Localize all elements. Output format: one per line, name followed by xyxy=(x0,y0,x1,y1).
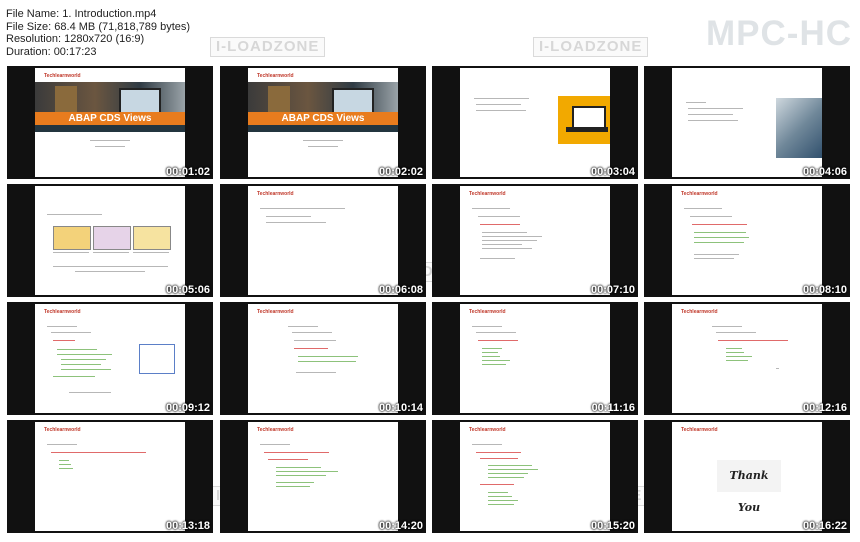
timestamp: 00:14:20 xyxy=(378,520,423,532)
brand-logo: Techlearnworld xyxy=(469,309,506,315)
slide: Techlearnworld xyxy=(460,186,610,295)
slide-title: ABAP CDS Views xyxy=(35,112,185,125)
duration: Duration: 00:17:23 xyxy=(6,45,97,58)
slide: Techlearnworld xyxy=(672,304,822,413)
watermark: I-LOADZONE xyxy=(533,37,649,57)
slide: Techlearnworld xyxy=(248,186,398,295)
thumbnail[interactable]: Techlearnworld 00:13:18 xyxy=(7,420,213,533)
resolution: Resolution: 1280x720 (16:9) xyxy=(6,33,145,45)
file-name: File Name: 1. Introduction.mp4 xyxy=(6,8,157,20)
slide: Techlearnworld xyxy=(460,304,610,413)
timestamp: 00:15:20 xyxy=(590,520,635,532)
thumbnail[interactable]: Techlearnworld ABAP CDS Views 00:02:02 xyxy=(220,66,426,179)
brand-logo: Techlearnworld xyxy=(681,191,718,197)
brand-logo: Techlearnworld xyxy=(257,73,294,79)
thumbnail[interactable]: Techlearnworld 00:11:16 xyxy=(432,302,638,415)
subtitle-bar xyxy=(248,125,398,132)
thumbnail[interactable]: Techlearnworld 00:15:20 xyxy=(432,420,638,533)
chart-image xyxy=(53,226,91,250)
slide: Techlearnworld xyxy=(460,422,610,531)
timestamp: 00:08:10 xyxy=(802,284,847,296)
timestamp: 00:03:04 xyxy=(590,166,635,178)
timestamp: 00:09:12 xyxy=(165,402,210,414)
brand-logo: Techlearnworld xyxy=(44,73,81,79)
file-info: File Name: 1. Introduction.mp4 File Size… xyxy=(6,8,190,58)
thumbnail[interactable]: 00:05:06 xyxy=(7,184,213,297)
thumbnail[interactable]: Techlearnworld 00:09:12 xyxy=(7,302,213,415)
thank-you-text: Thank You xyxy=(717,460,781,514)
brand-logo: Techlearnworld xyxy=(44,427,81,433)
slide xyxy=(35,186,185,295)
thumbnail[interactable]: Techlearnworld 00:06:08 xyxy=(220,184,426,297)
thumbnail[interactable]: Techlearnworld 00:08:10 xyxy=(644,184,850,297)
engine-image xyxy=(776,98,822,158)
thumbnail[interactable]: Techlearnworld 00:07:10 xyxy=(432,184,638,297)
timestamp: 00:12:16 xyxy=(802,402,847,414)
timestamp: 00:07:10 xyxy=(590,284,635,296)
slide: Techlearnworld xyxy=(35,304,185,413)
timestamp: 00:06:08 xyxy=(378,284,423,296)
chart-image xyxy=(93,226,131,250)
thumbnail[interactable]: Techlearnworld 00:14:20 xyxy=(220,420,426,533)
brand-logo: Techlearnworld xyxy=(469,191,506,197)
timestamp: 00:16:22 xyxy=(802,520,847,532)
brand-logo: Techlearnworld xyxy=(257,309,294,315)
timestamp: 00:05:06 xyxy=(165,284,210,296)
thumbnail[interactable]: Techlearnworld 00:12:16 xyxy=(644,302,850,415)
timestamp: 00:11:16 xyxy=(591,402,635,414)
timestamp: 00:13:18 xyxy=(165,520,210,532)
chart-image xyxy=(133,226,171,250)
timestamp: 00:01:02 xyxy=(165,166,210,178)
subtitle-bar xyxy=(35,125,185,132)
brand-logo: Techlearnworld xyxy=(257,427,294,433)
slide-title: ABAP CDS Views xyxy=(248,112,398,125)
thumbnail[interactable]: 00:04:06 xyxy=(644,66,850,179)
thumbnail[interactable]: Techlearnworld ABAP CDS Views 00:01:02 xyxy=(7,66,213,179)
brand-logo: Techlearnworld xyxy=(469,427,506,433)
mpc-hc-logo: MPC-HC xyxy=(706,14,852,53)
brand-logo: Techlearnworld xyxy=(681,309,718,315)
laptop-icon xyxy=(558,96,610,144)
popup-image xyxy=(139,344,175,374)
slide: Techlearnworld ABAP CDS Views xyxy=(248,68,398,177)
thumbnail[interactable]: Techlearnworld 00:10:14 xyxy=(220,302,426,415)
slide xyxy=(672,68,822,177)
thumbnail[interactable]: 00:03:04 xyxy=(432,66,638,179)
brand-logo: Techlearnworld xyxy=(257,191,294,197)
timestamp: 00:04:06 xyxy=(802,166,847,178)
slide: Techlearnworld xyxy=(248,422,398,531)
brand-logo: Techlearnworld xyxy=(681,427,718,433)
timestamp: 00:02:02 xyxy=(378,166,423,178)
slide: Techlearnworld Thank You xyxy=(672,422,822,531)
file-size: File Size: 68.4 MB (71,818,789 bytes) xyxy=(6,20,191,33)
brand-logo: Techlearnworld xyxy=(44,309,81,315)
timestamp: 00:10:14 xyxy=(378,402,423,414)
slide: Techlearnworld xyxy=(672,186,822,295)
slide: Techlearnworld ABAP CDS Views xyxy=(35,68,185,177)
thumbnail[interactable]: Techlearnworld Thank You 00:16:22 xyxy=(644,420,850,533)
watermark: I-LOADZONE xyxy=(210,37,326,57)
slide: Techlearnworld xyxy=(248,304,398,413)
slide xyxy=(460,68,610,177)
slide: Techlearnworld xyxy=(35,422,185,531)
